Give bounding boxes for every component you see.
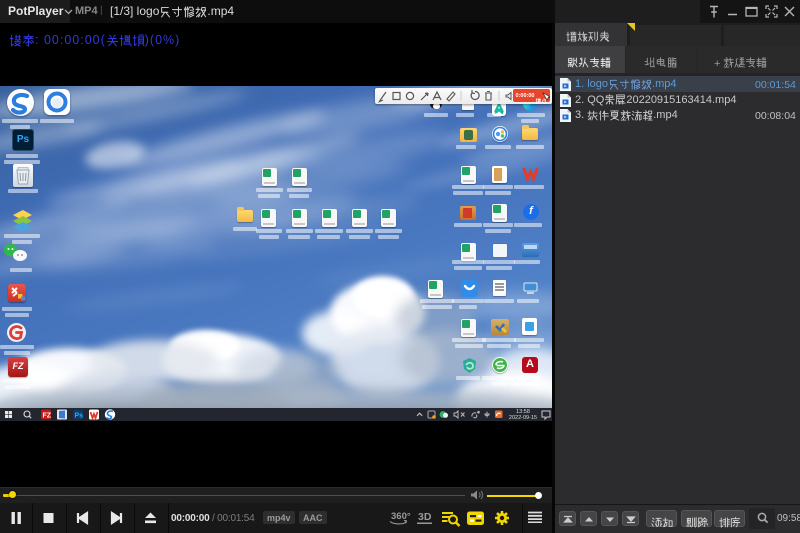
svg-text:Ps: Ps [75,413,84,420]
svg-text:3D: 3D [418,511,432,523]
svg-text:360°: 360° [391,511,411,522]
svg-text:FZ: FZ [43,413,52,420]
